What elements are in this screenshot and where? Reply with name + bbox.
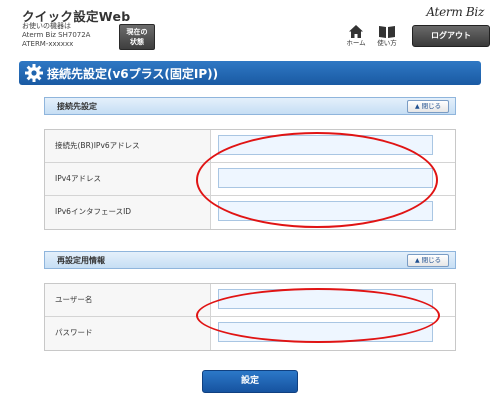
form-row-ipv6-iid: IPv6インタフェースID bbox=[45, 196, 455, 229]
page-title: 接続先設定(v6プラス(固定IP)) bbox=[47, 67, 219, 81]
label-username: ユーザー名 bbox=[45, 284, 211, 316]
label-ipv6-interface-id: IPv6インタフェースID bbox=[45, 196, 211, 229]
device-info: お使いの機器は Aterm Biz SH7072A ATERM-xxxxxx bbox=[22, 22, 90, 48]
label-ipv4: IPv4アドレス bbox=[45, 163, 211, 195]
form-row-br-ipv6: 接続先(BR)IPv6アドレス bbox=[45, 130, 455, 163]
device-model: Aterm Biz SH7072A bbox=[22, 30, 91, 39]
nav-manual-label: 使い方 bbox=[377, 39, 397, 47]
password-input[interactable] bbox=[218, 322, 433, 342]
device-name: ATERM-xxxxxx bbox=[22, 39, 74, 48]
section-header-connection: 接続先設定 ▲ 閉じる bbox=[44, 97, 456, 115]
section-title-reset: 再設定用情報 bbox=[57, 256, 105, 265]
gear-icon bbox=[25, 64, 43, 82]
brand-logo: Aterm Biz bbox=[426, 5, 484, 19]
collapse-label: 閉じる bbox=[421, 256, 442, 264]
page-title-bar: 接続先設定(v6プラス(固定IP)) bbox=[19, 61, 481, 85]
ipv6-interface-id-input[interactable] bbox=[218, 201, 433, 221]
collapse-label: 閉じる bbox=[421, 102, 442, 110]
form-table-reset: ユーザー名 パスワード bbox=[44, 283, 456, 351]
nav-home-label: ホーム bbox=[346, 39, 366, 47]
form-row-ipv4: IPv4アドレス bbox=[45, 163, 455, 196]
label-br-ipv6: 接続先(BR)IPv6アドレス bbox=[45, 130, 211, 162]
collapse-button-reset[interactable]: ▲ 閉じる bbox=[407, 254, 449, 267]
header: クイック設定Web お使いの機器は Aterm Biz SH7072A ATER… bbox=[0, 0, 500, 58]
current-status-label: 現在の状態 bbox=[126, 28, 148, 46]
nav-manual[interactable]: 使い方 bbox=[372, 24, 402, 52]
current-status-button[interactable]: 現在の状態 bbox=[119, 24, 155, 50]
ipv4-address-input[interactable] bbox=[218, 168, 433, 188]
username-input[interactable] bbox=[218, 289, 433, 309]
submit-button[interactable]: 設定 bbox=[202, 370, 298, 393]
label-password: パスワード bbox=[45, 317, 211, 350]
chevron-up-icon: ▲ bbox=[414, 103, 420, 110]
section-header-reset: 再設定用情報 ▲ 閉じる bbox=[44, 251, 456, 269]
logout-button[interactable]: ログアウト bbox=[412, 25, 490, 47]
nav-home[interactable]: ホーム bbox=[341, 24, 371, 52]
form-row-username: ユーザー名 bbox=[45, 284, 455, 317]
form-row-password: パスワード bbox=[45, 317, 455, 350]
chevron-up-icon: ▲ bbox=[414, 257, 420, 264]
home-icon bbox=[349, 25, 363, 38]
section-title-connection: 接続先設定 bbox=[57, 102, 97, 111]
book-icon bbox=[379, 26, 395, 38]
form-table-connection: 接続先(BR)IPv6アドレス IPv4アドレス IPv6インタフェースID bbox=[44, 129, 456, 230]
collapse-button-connection[interactable]: ▲ 閉じる bbox=[407, 100, 449, 113]
device-label: お使いの機器は bbox=[22, 22, 71, 30]
br-ipv6-address-input[interactable] bbox=[218, 135, 433, 155]
